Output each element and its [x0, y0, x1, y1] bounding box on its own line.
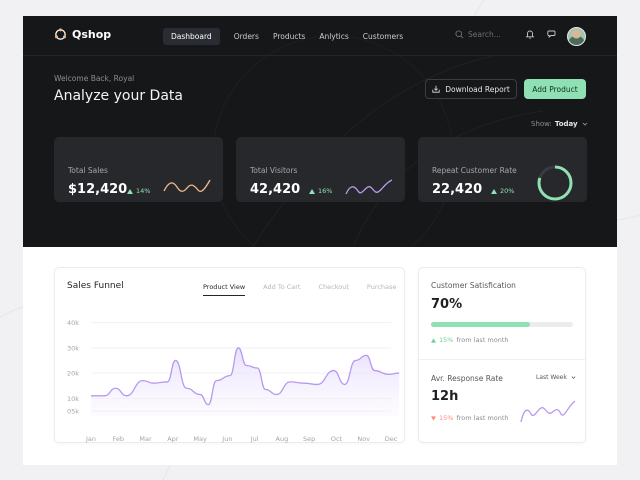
time-filter-label: Show: [531, 120, 552, 128]
divider [419, 359, 585, 360]
x-tick-label: Jan [85, 435, 96, 443]
arrow-up-icon [431, 337, 436, 343]
stat-change-value: 14% [136, 187, 151, 195]
arrow-up-icon [309, 188, 315, 194]
stat-value: 22,420 [432, 182, 483, 197]
logo-icon [55, 28, 66, 40]
download-report-button[interactable]: Download Report [425, 79, 517, 99]
y-tick-label: 10k [67, 395, 79, 403]
x-tick-label: May [193, 435, 207, 443]
sales-sparkline [163, 179, 211, 193]
response-title: Avr. Response Rate [431, 374, 503, 383]
logo[interactable]: Qshop [54, 28, 111, 41]
chevron-down-icon [582, 122, 587, 126]
satisfaction-progress-fill [431, 322, 531, 327]
app-window: Qshop Dashboard Orders Products Anlytics… [23, 16, 617, 465]
x-tick-label: Sep [303, 435, 315, 443]
chevron-down-icon [571, 376, 576, 379]
nav-links: Dashboard Orders Products Anlytics Custo… [163, 28, 411, 45]
stat-change: 20% [491, 187, 514, 195]
add-product-button[interactable]: Add Product [524, 79, 586, 99]
nav-link-customers[interactable]: Customers [357, 28, 409, 45]
x-tick-label: Apr [167, 435, 179, 443]
dark-header-panel: Qshop Dashboard Orders Products Anlytics… [23, 16, 617, 247]
top-nav: Qshop Dashboard Orders Products Anlytics… [23, 16, 617, 56]
stat-change: 14% [127, 187, 150, 195]
x-tick-label: Jul [250, 435, 259, 443]
time-filter[interactable]: Show: Today [531, 120, 589, 128]
satisfaction-change-suffix: from last month [456, 336, 509, 344]
nav-link-products[interactable]: Products [267, 28, 311, 45]
x-tick-label: Jun [221, 435, 232, 443]
x-tick-label: Oct [331, 435, 343, 443]
download-report-label: Download Report [445, 84, 510, 94]
metrics-card: Customer Satisfication 70% 15% from last… [418, 267, 586, 443]
welcome-text: Welcome Back, Royal [54, 74, 135, 83]
satisfaction-value: 70% [431, 297, 463, 312]
satisfaction-progress [431, 322, 573, 327]
repeat-rate-ring [537, 165, 573, 201]
response-sparkline [520, 400, 576, 423]
y-tick-label: 40k [67, 319, 79, 327]
arrow-down-icon [431, 415, 436, 421]
x-tick-label: Mar [139, 435, 152, 443]
arrow-up-icon [491, 188, 497, 194]
satisfaction-change: 15% from last month [431, 336, 509, 344]
arrow-up-icon [127, 188, 133, 194]
nav-icons [525, 29, 557, 39]
stat-label: Total Visitors [250, 166, 298, 175]
visitors-sparkline [345, 179, 393, 195]
search-icon [455, 30, 464, 39]
stat-change: 16% [309, 187, 332, 195]
chat-icon[interactable] [547, 29, 557, 39]
period-dropdown[interactable]: Last Week [536, 374, 577, 381]
y-tick-label: 30k [67, 344, 79, 352]
nav-link-orders[interactable]: Orders [228, 28, 265, 45]
satisfaction-title: Customer Satisfication [431, 281, 516, 290]
nav-link-dashboard[interactable]: Dashboard [163, 28, 220, 45]
app-name: Qshop [72, 28, 112, 41]
x-tick-label: Dec [385, 435, 398, 443]
stat-card-total-visitors: Total Visitors 42,420 16% [236, 137, 405, 202]
stat-value: $12,420 [68, 182, 128, 197]
y-tick-label: 20k [67, 370, 79, 378]
user-avatar[interactable] [567, 27, 586, 46]
nav-link-analytics[interactable]: Anlytics [313, 28, 354, 45]
x-tick-label: Feb [113, 435, 125, 443]
stat-label: Total Sales [68, 166, 108, 175]
response-change: 15% from last month [431, 414, 509, 422]
download-icon [432, 85, 440, 93]
period-value: Last Week [536, 374, 567, 381]
response-value: 12h [431, 389, 459, 404]
x-tick-label: Nov [357, 435, 370, 443]
satisfaction-change-value: 15% [439, 336, 454, 344]
search-input[interactable] [468, 30, 518, 39]
response-change-suffix: from last month [456, 414, 509, 422]
stat-label: Repeat Customer Rate [432, 166, 517, 175]
response-change-value: 15% [439, 414, 454, 422]
stat-value: 42,420 [250, 182, 301, 197]
sales-funnel-card: Sales Funnel Product View Add To Cart Ch… [54, 267, 405, 443]
stat-change-value: 16% [318, 187, 333, 195]
time-filter-value: Today [554, 120, 578, 128]
search-box[interactable] [455, 30, 518, 39]
series-area [91, 347, 400, 416]
sales-funnel-chart: 40k 30k 20k 10k 05k Jan Feb Mar Apr May Jun Jul Aug S… [67, 319, 400, 443]
stat-change-value: 20% [500, 187, 515, 195]
y-tick-label: 05k [67, 407, 79, 415]
stat-card-total-sales: Total Sales $12,420 14% [54, 137, 223, 202]
add-product-label: Add Product [532, 84, 578, 94]
x-tick-label: Aug [276, 435, 289, 443]
stat-card-repeat-rate: Repeat Customer Rate 22,420 20% [418, 137, 587, 202]
page-title: Analyze your Data [54, 88, 183, 104]
bell-icon[interactable] [525, 29, 535, 39]
